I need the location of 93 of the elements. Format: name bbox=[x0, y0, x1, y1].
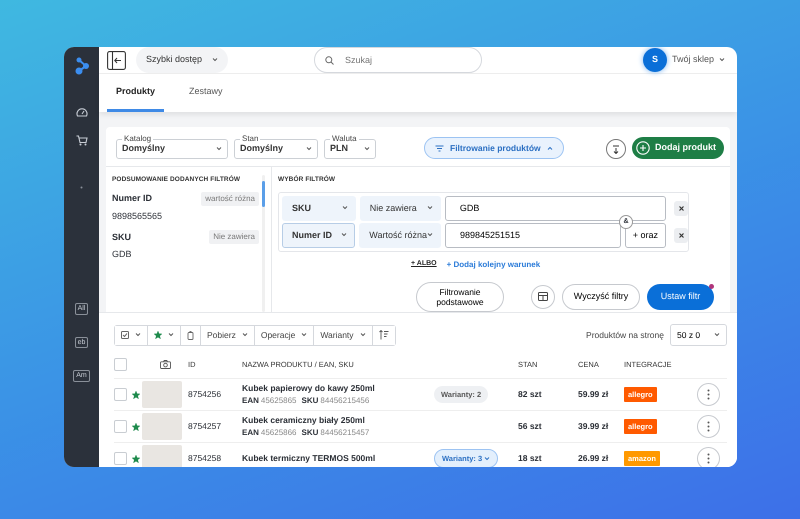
close-icon bbox=[678, 232, 684, 238]
stock-value: 82 szt bbox=[518, 388, 543, 401]
price-value: 59.99 zł bbox=[578, 388, 610, 401]
caret-icon bbox=[135, 333, 141, 337]
plus-circle-icon bbox=[636, 141, 650, 155]
product-id: 8754256 bbox=[188, 388, 222, 401]
caret-icon bbox=[426, 233, 433, 238]
checkbox-icon bbox=[121, 331, 129, 339]
product-codes: EAN 45625865 SKU 84456215456 bbox=[242, 394, 370, 407]
table-icon bbox=[538, 292, 548, 302]
caret-icon bbox=[301, 333, 308, 337]
apply-filter-button[interactable]: Ustaw filtr bbox=[647, 284, 714, 310]
row-checkbox[interactable] bbox=[114, 420, 127, 433]
caret-icon bbox=[426, 206, 433, 210]
collapse-sidebar-button[interactable] bbox=[107, 50, 126, 70]
product-name: Kubek termiczny TERMOS 500ml bbox=[242, 452, 376, 465]
close-icon bbox=[678, 206, 684, 211]
more-icon bbox=[707, 421, 710, 432]
select-menu-button[interactable] bbox=[115, 326, 148, 344]
caret-icon bbox=[168, 333, 174, 337]
stock-value: 56 szt bbox=[518, 420, 543, 433]
download-button[interactable] bbox=[606, 139, 626, 159]
caret-icon bbox=[484, 456, 490, 461]
logo-icon bbox=[74, 57, 90, 75]
collapse-icon bbox=[107, 50, 126, 70]
account-name: Twój sklep bbox=[672, 53, 714, 66]
caret-icon bbox=[216, 147, 222, 151]
caret-icon bbox=[306, 147, 312, 151]
condition-tag: wartość różna bbox=[201, 192, 259, 206]
price-value: 39.99 zł bbox=[578, 420, 610, 433]
condition-tag: Nie zawiera bbox=[209, 230, 259, 244]
filter-icon bbox=[435, 144, 444, 152]
product-id: 8754258 bbox=[188, 452, 222, 465]
basic-filtering-button[interactable]: Filtrowanie podstawowe bbox=[416, 282, 504, 312]
caret-icon bbox=[364, 147, 370, 151]
sort-icon bbox=[378, 330, 389, 340]
operator-dropdown[interactable]: Wartość różna bbox=[359, 222, 441, 248]
value-input[interactable]: 989845251515 bbox=[444, 222, 621, 248]
per-page-dropdown[interactable]: 50 z 0 bbox=[670, 324, 727, 346]
operator-dropdown[interactable]: Nie zawiera bbox=[360, 196, 441, 221]
download-icon bbox=[612, 144, 620, 154]
clear-filters-button[interactable]: Wyczyść filtry bbox=[562, 284, 640, 310]
product-name: Kubek papierowy do kawy 250ml bbox=[242, 382, 376, 395]
add-product-button[interactable]: Dodaj produkt bbox=[632, 137, 724, 159]
filter-field-name: SKU bbox=[112, 230, 132, 244]
product-id: 8754257 bbox=[188, 420, 222, 433]
caret-icon bbox=[212, 58, 218, 62]
star-icon bbox=[154, 331, 162, 339]
select-all-checkbox[interactable] bbox=[114, 358, 127, 371]
add-condition-link[interactable]: + Dodaj kolejny warunek bbox=[446, 258, 540, 271]
search-field[interactable]: Szukaj bbox=[314, 47, 482, 73]
field-label: Stan bbox=[240, 135, 260, 143]
product-photo bbox=[142, 381, 182, 408]
row-checkbox[interactable] bbox=[114, 452, 127, 465]
gauge-icon[interactable] bbox=[76, 107, 88, 117]
dropdown-value: Domyślny bbox=[240, 142, 284, 156]
price-value: 26.99 zł bbox=[578, 452, 610, 465]
filter-field-name: Numer ID bbox=[112, 192, 152, 205]
field-dropdown[interactable]: Numer ID bbox=[282, 222, 356, 248]
avatar: S bbox=[642, 48, 667, 72]
product-photo bbox=[142, 413, 182, 440]
quick-access-dropdown[interactable]: Szybki dostęp bbox=[136, 47, 228, 73]
field-dropdown[interactable]: SKU bbox=[282, 196, 356, 221]
caret-icon bbox=[719, 58, 725, 62]
tab[interactable]: Zestawy bbox=[180, 74, 232, 112]
filter-toggle-button[interactable]: Filtrowanie produktów bbox=[424, 137, 564, 159]
dropdown-value: Domyślny bbox=[122, 143, 166, 156]
field-label: Katalog bbox=[122, 135, 154, 143]
more-icon bbox=[707, 389, 710, 400]
product-name: Kubek ceramiczny biały 250ml bbox=[242, 414, 366, 427]
remove-button[interactable] bbox=[674, 200, 688, 216]
table-view-button[interactable] bbox=[531, 284, 555, 309]
camera-icon bbox=[160, 360, 170, 369]
cart-icon[interactable] bbox=[76, 135, 88, 146]
field-label: Waluta bbox=[330, 135, 359, 143]
caret-icon bbox=[342, 206, 348, 210]
account-menu[interactable]: S Twój sklep bbox=[642, 48, 725, 72]
dropdown-value: PLN bbox=[330, 142, 348, 156]
filter-value: GDB bbox=[112, 248, 133, 262]
trash-icon bbox=[187, 330, 194, 340]
and-button[interactable]: + oraz bbox=[624, 222, 666, 248]
row-checkbox[interactable] bbox=[114, 388, 127, 401]
caret-icon bbox=[341, 233, 348, 238]
caret-icon bbox=[714, 333, 720, 337]
caret-icon bbox=[242, 333, 248, 337]
per-page-label: Produktów na stronę bbox=[586, 328, 664, 342]
remove-button[interactable] bbox=[674, 228, 688, 243]
product-codes: EAN 45625866 SKU 84456215457 bbox=[242, 426, 370, 439]
more-icon bbox=[707, 453, 710, 464]
stock-value: 18 szt bbox=[518, 452, 543, 465]
caret-icon bbox=[360, 333, 366, 337]
dot-icon bbox=[80, 186, 83, 189]
filter-value: 9898565565 bbox=[112, 210, 164, 223]
